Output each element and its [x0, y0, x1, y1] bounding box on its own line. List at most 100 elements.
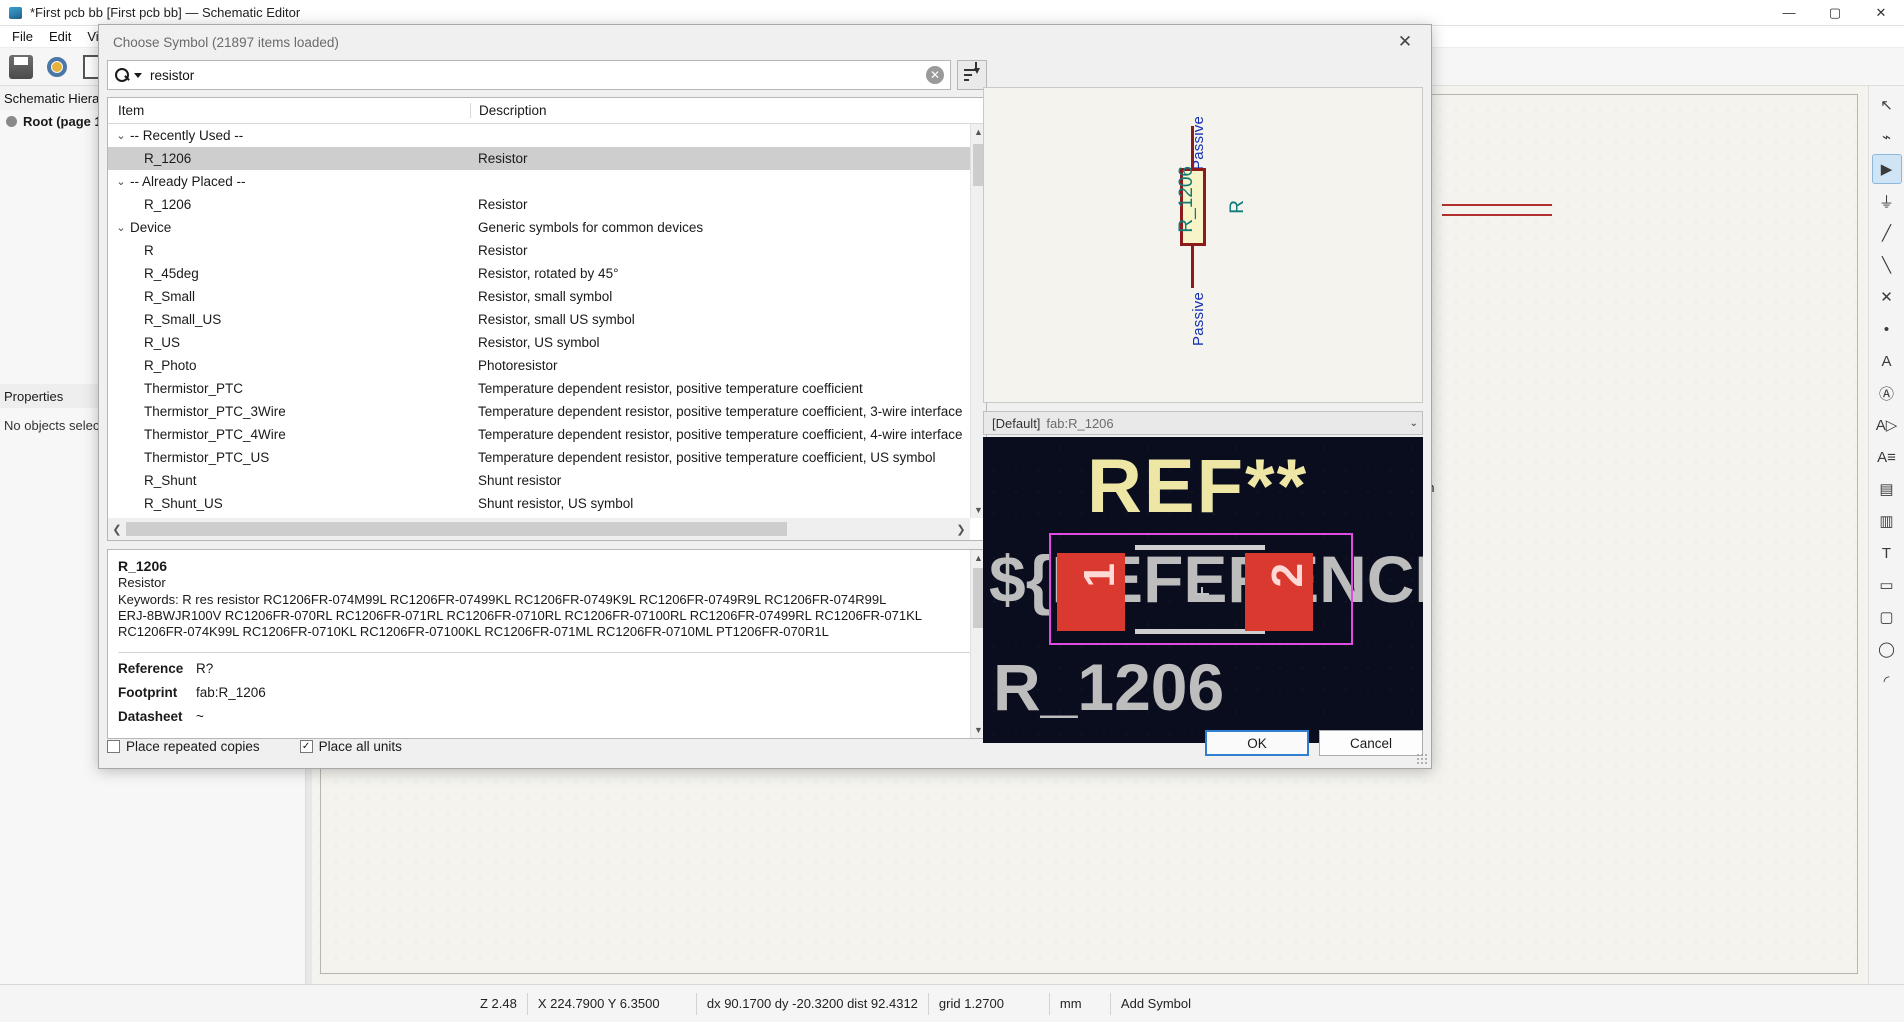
- table-row[interactable]: Thermistor_PTC_US Temperature dependent r…: [108, 446, 970, 469]
- checkbox-box: ✓: [299, 740, 313, 753]
- detail-keywords-line-2: ERJ-8BWJR100V RC1206FR-070RL RC1206FR-07…: [118, 608, 922, 623]
- detail-field-label: Footprint: [118, 685, 178, 700]
- sheet-pin-tool-button[interactable]: A≡: [1872, 442, 1902, 472]
- table-row[interactable]: ⌄ -- Already Placed --: [108, 170, 970, 193]
- cancel-button[interactable]: Cancel: [1319, 730, 1423, 756]
- maximize-button[interactable]: ▢: [1812, 0, 1858, 26]
- row-item-name: Thermistor_PTC_4Wire: [108, 427, 470, 442]
- status-grid: grid 1.2700: [938, 996, 1004, 1011]
- list-horizontal-scrollbar[interactable]: ❮ ❯: [108, 518, 970, 540]
- table-row[interactable]: R_1206 Resistor: [108, 193, 970, 216]
- no-connect-tool-button[interactable]: ✕: [1872, 282, 1902, 312]
- row-label: R: [144, 243, 154, 258]
- footprint-pad-1-number: 1: [1075, 563, 1124, 588]
- dialog-checkboxes: Place repeated copies ✓ Place all units: [107, 739, 402, 754]
- dialog-close-icon[interactable]: ✕: [1387, 29, 1423, 55]
- footprint-preview-canvas[interactable]: REF** ${REFERENCE} 1 2 R_1206: [983, 437, 1423, 743]
- hscroll-track[interactable]: [126, 522, 952, 536]
- chevron-down-icon[interactable]: [134, 72, 142, 78]
- add-symbol-tool-button[interactable]: ▶: [1871, 154, 1902, 184]
- table-row[interactable]: R_1206 Resistor: [108, 147, 970, 170]
- search-row: resistor ✕: [107, 59, 987, 91]
- status-zoom: Z 2.48: [480, 996, 517, 1011]
- row-label: R_45deg: [144, 266, 199, 281]
- draw-arc-tool-button[interactable]: ◜: [1872, 666, 1902, 696]
- footprint-selector[interactable]: [Default] fab:R_1206 ⌄: [983, 411, 1423, 435]
- cursor-tool-button[interactable]: ↖: [1872, 90, 1902, 120]
- table-row[interactable]: R_Shunt Shunt resistor: [108, 469, 970, 492]
- draw-rect-tool-button[interactable]: ▢: [1872, 602, 1902, 632]
- draw-circle-tool-button[interactable]: ◯: [1872, 634, 1902, 664]
- scroll-right-icon[interactable]: ❯: [952, 523, 970, 536]
- text-tool-button[interactable]: T: [1872, 538, 1902, 568]
- status-delta: dx 90.1700 dy -20.3200 dist 92.4312: [706, 996, 918, 1011]
- row-label: Device: [130, 220, 172, 235]
- ok-button[interactable]: OK: [1205, 730, 1309, 756]
- table-row[interactable]: R_Photo Photoresistor: [108, 354, 970, 377]
- row-description: Temperature dependent resistor, positive…: [478, 427, 963, 442]
- place-repeated-copies-checkbox[interactable]: Place repeated copies: [107, 739, 260, 754]
- table-row[interactable]: R_45deg Resistor, rotated by 45°: [108, 262, 970, 285]
- resize-grip[interactable]: [1416, 753, 1428, 765]
- table-row[interactable]: ⌄ -- Recently Used --: [108, 124, 970, 147]
- table-row[interactable]: Thermistor_PTC Temperature dependent resi…: [108, 377, 970, 400]
- table-row[interactable]: R_Shunt_US Shunt resistor, US symbol: [108, 492, 970, 515]
- row-item-name: Thermistor_PTC_US: [108, 450, 470, 465]
- draw-wire-tool-button[interactable]: ╱: [1872, 218, 1902, 248]
- close-window-button[interactable]: ✕: [1858, 0, 1904, 26]
- row-item-name: ⌄ Device: [108, 220, 470, 235]
- symbol-details-panel: R_1206 Resistor Keywords: R res resistor…: [107, 549, 987, 739]
- detail-keywords-line-3: RC1206FR-074K99L RC1206FR-0710KL RC1206F…: [118, 624, 829, 639]
- column-header-item[interactable]: Item: [108, 103, 470, 118]
- row-description: Resistor, US symbol: [478, 335, 600, 350]
- symbol-value-text: R: [1227, 200, 1248, 214]
- textbox-tool-button[interactable]: ▭: [1872, 570, 1902, 600]
- kicad-app-icon: [8, 5, 24, 21]
- hier-label-tool-button[interactable]: A▷: [1872, 410, 1902, 440]
- table-row[interactable]: Thermistor_PTC_4Wire Temperature dependen…: [108, 423, 970, 446]
- row-label: R_Small_US: [144, 312, 222, 327]
- table-row[interactable]: Thermistor_PTC_3Wire Temperature dependen…: [108, 400, 970, 423]
- table-row[interactable]: R Resistor: [108, 239, 970, 262]
- status-coordinates: X 224.7900 Y 6.3500: [537, 996, 660, 1011]
- place-all-units-checkbox[interactable]: ✓ Place all units: [299, 739, 402, 754]
- symbol-preview-canvas[interactable]: Passive Passive R_1206 R: [983, 87, 1423, 403]
- detail-field-reference: Reference R?: [118, 661, 976, 676]
- add-power-tool-button[interactable]: ⏚: [1872, 186, 1902, 216]
- chevron-down-icon[interactable]: ⌄: [114, 175, 128, 188]
- symbol-reference-text: R_1206: [1176, 166, 1197, 233]
- chevron-down-icon[interactable]: ⌄: [1410, 418, 1418, 429]
- table-row[interactable]: R_US Resistor, US symbol: [108, 331, 970, 354]
- table-row[interactable]: R_Small_US Resistor, small US symbol: [108, 308, 970, 331]
- chevron-down-icon[interactable]: ⌄: [114, 129, 128, 142]
- junction-tool-button[interactable]: •: [1872, 314, 1902, 344]
- minimize-button[interactable]: —: [1766, 0, 1812, 26]
- global-label-tool-button[interactable]: Ⓐ: [1872, 378, 1902, 408]
- row-label: R_Shunt: [144, 473, 197, 488]
- scroll-left-icon[interactable]: ❮: [108, 523, 126, 536]
- checkbox-label: Place repeated copies: [126, 739, 260, 754]
- menu-file[interactable]: File: [4, 27, 41, 46]
- menu-edit[interactable]: Edit: [41, 27, 79, 46]
- add-sheet-tool-button[interactable]: ▤: [1872, 474, 1902, 504]
- clear-search-icon[interactable]: ✕: [926, 66, 944, 84]
- search-input[interactable]: resistor ✕: [107, 60, 951, 90]
- settings-button[interactable]: [42, 52, 72, 82]
- table-row[interactable]: ⌄ Device Generic symbols for common device…: [108, 216, 970, 239]
- chevron-down-icon[interactable]: ⌄: [114, 221, 128, 234]
- save-button[interactable]: [6, 52, 36, 82]
- detail-field-footprint: Footprint fab:R_1206: [118, 685, 976, 700]
- import-sheet-pin-button[interactable]: ▥: [1872, 506, 1902, 536]
- column-header-description[interactable]: Description: [470, 103, 986, 118]
- symbol-tree-list[interactable]: Item Description ⌄ -- Recently Used -- R_1…: [107, 97, 987, 541]
- net-label-tool-button[interactable]: A: [1872, 346, 1902, 376]
- detail-symbol-name: R_1206: [118, 558, 168, 574]
- row-item-name: ⌄ -- Already Placed --: [108, 174, 470, 189]
- row-description: Temperature dependent resistor, positive…: [478, 381, 863, 396]
- dialog-action-buttons: OK Cancel: [1205, 730, 1423, 756]
- draw-bus-tool-button[interactable]: ╲: [1872, 250, 1902, 280]
- row-description: Resistor, small symbol: [478, 289, 613, 304]
- hscroll-thumb[interactable]: [126, 522, 787, 536]
- highlight-net-tool-button[interactable]: ⌁: [1872, 122, 1902, 152]
- table-row[interactable]: R_Small Resistor, small symbol: [108, 285, 970, 308]
